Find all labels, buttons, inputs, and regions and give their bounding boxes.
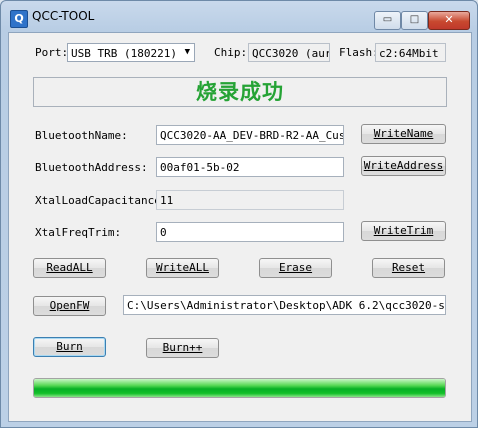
write-all-button[interactable]: WriteALL (146, 258, 219, 278)
port-label: Port: (35, 46, 69, 59)
write-name-button-label: WriteName (373, 127, 434, 140)
burn-progress-bar (33, 378, 446, 398)
close-button[interactable]: ✕ (428, 11, 470, 30)
xtal-trim-label: XtalFreqTrim: (35, 226, 122, 239)
reset-button[interactable]: Reset (372, 258, 445, 278)
chevron-down-icon[interactable]: ▼ (185, 47, 190, 57)
minimize-button[interactable]: ▭ (374, 11, 401, 30)
erase-button-label: Erase (278, 261, 313, 274)
read-all-button-label: ReadALL (46, 261, 93, 274)
xtal-load-label: XtalLoadCapacitance: (35, 194, 168, 207)
flash-value: c2:64Mbit (375, 43, 446, 62)
write-trim-button-label: WriteTrim (373, 224, 434, 237)
xtal-trim-input[interactable]: 0 (156, 222, 344, 242)
write-all-button-label: WriteALL (156, 261, 209, 274)
app-window: Q QCC-TOOL ▭ □ ✕ Port: USB TRB (180221) … (0, 0, 478, 428)
flash-label: Flash: (339, 46, 379, 59)
write-address-button-label: WriteAddress (363, 159, 444, 172)
bluetooth-name-label: BluetoothName: (35, 129, 128, 142)
status-banner: 烧录成功 (33, 77, 447, 107)
write-trim-button[interactable]: WriteTrim (361, 221, 446, 241)
burn-plus-button[interactable]: Burn++ (146, 338, 219, 358)
bluetooth-name-input[interactable]: QCC3020-AA_DEV-BRD-R2-AA_Custo (156, 125, 344, 145)
open-fw-button[interactable]: OpenFW (33, 296, 106, 316)
bluetooth-address-label: BluetoothAddress: (35, 161, 148, 174)
xtal-load-input: 11 (156, 190, 344, 210)
burn-button[interactable]: Burn (33, 337, 106, 357)
window-title: QCC-TOOL (32, 9, 95, 23)
burn-plus-button-label: Burn++ (162, 341, 203, 354)
burn-button-label: Burn (56, 340, 83, 353)
app-logo-icon: Q (10, 10, 28, 28)
main-panel: Port: USB TRB (180221) ▼ Chip: QCC3020 (… (8, 32, 472, 422)
read-all-button[interactable]: ReadALL (33, 258, 106, 278)
reset-button-label: Reset (391, 261, 426, 274)
open-fw-button-label: OpenFW (49, 299, 90, 312)
erase-button[interactable]: Erase (259, 258, 332, 278)
bluetooth-address-input[interactable]: 00af01-5b-02 (156, 157, 344, 177)
write-address-button[interactable]: WriteAddress (361, 156, 446, 176)
progress-fill (34, 379, 445, 397)
maximize-button[interactable]: □ (401, 11, 428, 30)
write-name-button[interactable]: WriteName (361, 124, 446, 144)
chip-label: Chip: (214, 46, 248, 59)
chip-value: QCC3020 (aur) (248, 43, 330, 62)
title-bar[interactable]: Q QCC-TOOL ▭ □ ✕ (1, 1, 477, 33)
port-select-value: USB TRB (180221) (71, 47, 177, 60)
firmware-path-input[interactable]: C:\Users\Administrator\Desktop\ADK 6.2\q… (123, 295, 446, 315)
port-select[interactable]: USB TRB (180221) ▼ (67, 43, 195, 62)
